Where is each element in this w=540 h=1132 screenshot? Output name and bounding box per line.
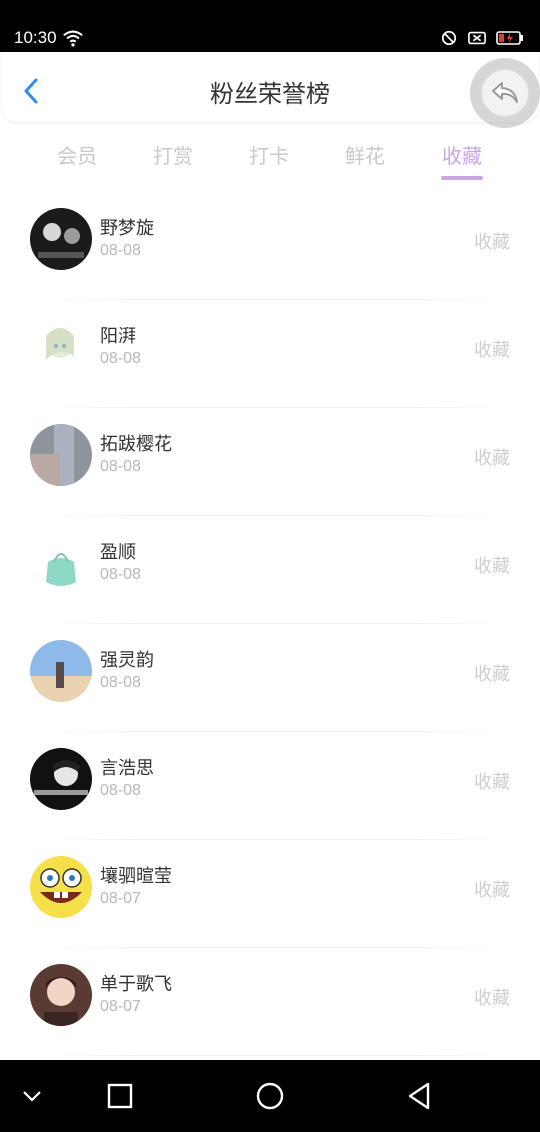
user-name: 单于歌飞 (100, 974, 172, 995)
system-nav-bar (0, 1060, 540, 1132)
tab-favorite[interactable]: 收藏 (432, 140, 492, 169)
avatar (30, 748, 92, 810)
battery-low-icon (496, 31, 523, 45)
item-action-label: 收藏 (474, 880, 510, 901)
list-item[interactable]: 言浩思 08-08 收藏 (0, 732, 540, 840)
item-date: 08-08 (100, 674, 141, 691)
back-button[interactable] (402, 1078, 438, 1114)
item-action-label: 收藏 (474, 232, 510, 253)
avatar (30, 640, 92, 702)
tab-underline (441, 176, 483, 180)
tab-bar: 会员 打赏 打卡 鲜花 收藏 (0, 128, 540, 182)
user-name: 盈顺 (100, 542, 136, 563)
tab-member[interactable]: 会员 (47, 140, 107, 169)
recent-apps-button[interactable] (102, 1078, 138, 1114)
list-item[interactable]: 单于歌飞 08-07 收藏 (0, 948, 540, 1056)
list-item[interactable]: 壤驷暄莹 08-07 收藏 (0, 840, 540, 948)
item-action-label: 收藏 (474, 664, 510, 685)
item-date: 08-08 (100, 782, 141, 799)
reply-icon (492, 82, 518, 103)
user-name: 言浩思 (100, 758, 154, 779)
user-name: 壤驷暄莹 (100, 866, 172, 887)
header: 粉丝荣誉榜 (2, 52, 540, 128)
item-date: 08-08 (100, 458, 141, 475)
do-not-disturb-icon (441, 30, 457, 46)
user-name: 拓跋樱花 (100, 434, 172, 455)
item-action-label: 收藏 (474, 988, 510, 1009)
user-name: 强灵韵 (100, 650, 154, 671)
item-action-label: 收藏 (474, 556, 510, 577)
chevron-down-icon[interactable] (14, 1078, 50, 1114)
list-item[interactable]: 强灵韵 08-08 收藏 (0, 624, 540, 732)
wifi-icon (63, 30, 83, 47)
home-button[interactable] (252, 1078, 288, 1114)
tab-flowers[interactable]: 鲜花 (335, 140, 395, 169)
tab-checkin[interactable]: 打卡 (239, 140, 299, 169)
list-item[interactable]: 野梦旋 08-08 收藏 (0, 192, 540, 300)
item-date: 08-07 (100, 890, 141, 907)
item-date: 08-08 (100, 350, 141, 367)
item-date: 08-07 (100, 998, 141, 1015)
item-date: 08-08 (100, 242, 141, 259)
no-sim-icon (468, 31, 486, 45)
list-item[interactable]: 阳湃 08-08 收藏 (0, 300, 540, 408)
avatar (30, 424, 92, 486)
item-action-label: 收藏 (474, 772, 510, 793)
list-item[interactable]: 拓跋樱花 08-08 收藏 (0, 408, 540, 516)
status-bar: 10:30 (0, 0, 540, 52)
avatar (30, 856, 92, 918)
user-name: 野梦旋 (100, 218, 154, 239)
avatar (30, 532, 92, 594)
avatar (30, 316, 92, 378)
item-action-label: 收藏 (474, 340, 510, 361)
list-item[interactable]: 盈顺 08-08 收藏 (0, 516, 540, 624)
avatar (30, 208, 92, 270)
item-date: 08-08 (100, 566, 141, 583)
status-time: 10:30 (14, 28, 57, 47)
tab-tip[interactable]: 打赏 (143, 140, 203, 169)
item-action-label: 收藏 (474, 448, 510, 469)
divider (40, 1055, 510, 1056)
avatar (30, 964, 92, 1026)
user-name: 阳湃 (100, 326, 136, 347)
page-title: 粉丝荣誉榜 (210, 80, 330, 108)
share-button[interactable] (470, 58, 540, 128)
